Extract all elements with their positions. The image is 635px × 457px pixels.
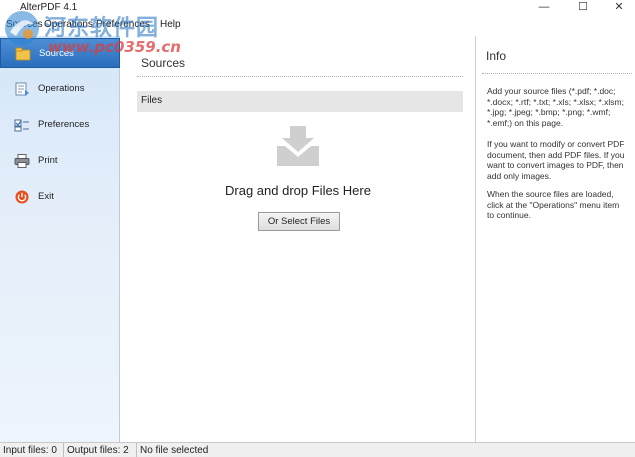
sources-panel: Sources Files Drag and drop Files Here O…	[121, 36, 475, 442]
menu-bar: Sources Operations Preferences Help	[0, 16, 635, 35]
maximize-button[interactable]: ☐	[569, 0, 597, 16]
sidebar-item-label: Preferences	[38, 119, 90, 130]
close-button[interactable]: ✕	[605, 0, 633, 16]
info-divider	[482, 73, 632, 74]
info-panel: Info Add your source files (*.pdf; *.doc…	[476, 36, 635, 442]
sidebar-item-label: Print	[38, 155, 58, 166]
sidebar-item-exit[interactable]: Exit	[0, 182, 120, 212]
info-paragraph: If you want to modify or convert PDF doc…	[487, 139, 625, 181]
status-separator	[136, 443, 137, 457]
sidebar-item-operations[interactable]: Operations	[0, 74, 120, 104]
info-paragraph: When the source files are loaded, click …	[487, 189, 620, 220]
drop-zone-text[interactable]: Drag and drop Files Here	[121, 183, 475, 198]
info-paragraph: Add your source files (*.pdf; *.doc; *.d…	[487, 86, 624, 128]
page-title: Sources	[141, 56, 186, 70]
sidebar-item-label: Exit	[38, 191, 54, 202]
title-bar: AlterPDF 4.1 — ☐ ✕	[0, 0, 635, 16]
title-divider	[137, 76, 463, 77]
sidebar: Sources Operations Preferences Print Exi…	[0, 36, 120, 442]
files-header-label: Files	[141, 95, 163, 106]
exit-icon	[15, 190, 29, 204]
preferences-icon	[14, 119, 29, 132]
menu-help[interactable]: Help	[160, 19, 181, 30]
sidebar-item-preferences[interactable]: Preferences	[0, 110, 120, 140]
menu-sources[interactable]: Sources	[6, 19, 43, 30]
menu-preferences[interactable]: Preferences	[96, 19, 150, 30]
operations-icon	[15, 82, 29, 96]
window-title: AlterPDF 4.1	[20, 2, 78, 13]
info-title: Info	[486, 49, 507, 63]
print-icon	[14, 154, 30, 168]
files-header: Files	[137, 91, 463, 112]
sidebar-item-label: Operations	[38, 83, 85, 94]
input-files-count: Input files: 0	[3, 445, 57, 456]
select-files-button[interactable]: Or Select Files	[258, 212, 340, 231]
sidebar-item-label: Sources	[39, 48, 74, 59]
app-window: AlterPDF 4.1 — ☐ ✕ Sources Operations Pr…	[0, 0, 635, 457]
selection-status: No file selected	[140, 445, 209, 456]
sources-icon	[15, 47, 31, 61]
output-files-count: Output files: 2	[67, 445, 129, 456]
menu-operations[interactable]: Operations	[44, 19, 93, 30]
status-separator	[63, 443, 64, 457]
minimize-button[interactable]: —	[530, 0, 558, 16]
sidebar-item-sources[interactable]: Sources	[0, 38, 120, 68]
sidebar-item-print[interactable]: Print	[0, 146, 120, 176]
status-bar: Input files: 0 Output files: 2 No file s…	[0, 442, 635, 457]
download-tray-icon	[277, 126, 319, 166]
